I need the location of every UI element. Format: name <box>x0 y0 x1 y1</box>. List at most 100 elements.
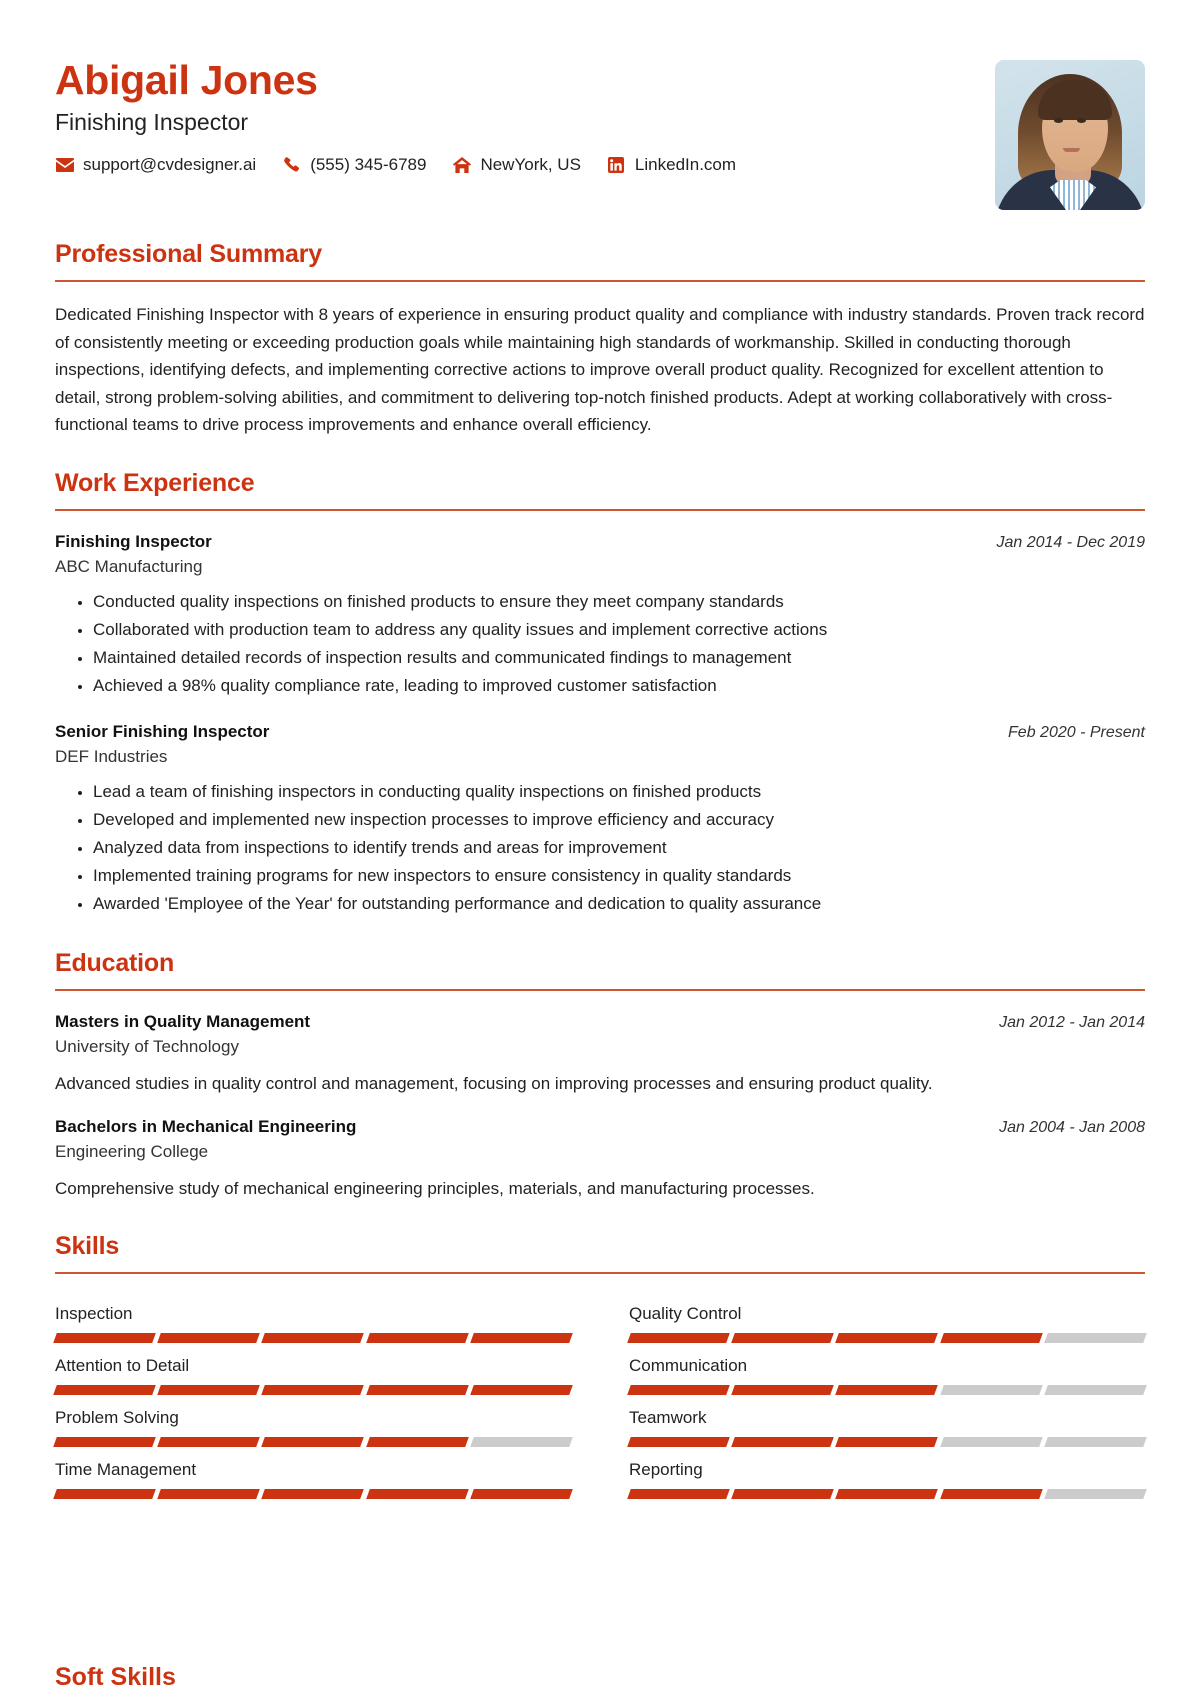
education-entry: Masters in Quality Management Jan 2012 -… <box>55 1012 1145 1097</box>
skill-segment <box>835 1384 939 1395</box>
section-education: Education Masters in Quality Management … <box>55 949 1145 1202</box>
contact-phone[interactable]: (555) 345-6789 <box>282 155 426 175</box>
skill-segment <box>261 1384 365 1395</box>
skill-segment <box>469 1384 573 1395</box>
skill-item: Attention to Detail <box>53 1343 573 1395</box>
skill-segment <box>731 1488 835 1499</box>
section-divider <box>55 280 1145 282</box>
skill-segment <box>627 1436 731 1447</box>
skill-label: Time Management <box>55 1459 197 1479</box>
skill-rating-bar <box>627 1488 1147 1499</box>
skill-item: Quality Control <box>627 1291 1147 1343</box>
skill-label: Inspection <box>55 1303 133 1323</box>
skill-segment <box>261 1332 365 1343</box>
list-item: Implemented training programs for new in… <box>93 862 1145 890</box>
skill-item: Reporting <box>627 1447 1147 1499</box>
skill-segment <box>157 1488 261 1499</box>
skill-segment <box>469 1488 573 1499</box>
skill-segment <box>835 1488 939 1499</box>
skill-rating-bar <box>53 1436 573 1447</box>
skill-segment <box>365 1384 469 1395</box>
list-item: Analyzed data from inspections to identi… <box>93 834 1145 862</box>
skill-segment <box>731 1436 835 1447</box>
resume-page: Abigail Jones Finishing Inspector suppor… <box>0 0 1200 1691</box>
skill-label: Reporting <box>629 1459 703 1479</box>
work-entry-header: Finishing Inspector Jan 2014 - Dec 2019 <box>55 532 1145 552</box>
list-item: Awarded 'Employee of the Year' for outst… <box>93 890 1145 918</box>
skill-rating-bar <box>627 1436 1147 1447</box>
skill-segment <box>835 1436 939 1447</box>
education-entry-header: Bachelors in Mechanical Engineering Jan … <box>55 1117 1145 1137</box>
contact-location[interactable]: NewYork, US <box>452 155 581 175</box>
skill-segment <box>365 1488 469 1499</box>
resume-header: Abigail Jones Finishing Inspector suppor… <box>55 0 1145 210</box>
education-degree: Bachelors in Mechanical Engineering <box>55 1117 357 1137</box>
skill-segment <box>1043 1436 1147 1447</box>
contact-email[interactable]: support@cvdesigner.ai <box>55 155 256 175</box>
skill-segment <box>365 1332 469 1343</box>
section-divider <box>55 1271 1145 1274</box>
contact-linkedin[interactable]: LinkedIn.com <box>607 155 736 175</box>
skill-segment <box>627 1488 731 1499</box>
skill-segment <box>731 1332 835 1343</box>
skill-segment <box>53 1488 157 1499</box>
education-date-range: Jan 2012 - Jan 2014 <box>999 1013 1145 1031</box>
education-description: Comprehensive study of mechanical engine… <box>55 1179 815 1199</box>
envelope-icon <box>55 157 74 174</box>
skill-segment <box>627 1332 731 1343</box>
skill-label: Problem Solving <box>55 1407 179 1427</box>
education-school: Engineering College <box>55 1142 209 1162</box>
education-school: University of Technology <box>55 1036 239 1056</box>
contact-location-text: NewYork, US <box>480 155 581 175</box>
skill-segment <box>939 1488 1043 1499</box>
skill-segment <box>835 1332 939 1343</box>
section-divider <box>55 988 1145 991</box>
phone-icon <box>282 157 301 174</box>
contact-linkedin-text: LinkedIn.com <box>634 155 737 175</box>
skill-segment <box>365 1436 469 1447</box>
section-skills: Skills Inspection Quality Control Attent… <box>53 1232 1147 1499</box>
avatar <box>995 60 1145 210</box>
work-date-range: Jan 2014 - Dec 2019 <box>996 533 1145 551</box>
education-description: Advanced studies in quality control and … <box>55 1073 933 1093</box>
skill-rating-bar <box>53 1384 573 1395</box>
skill-rating-bar <box>53 1332 573 1343</box>
education-entry: Bachelors in Mechanical Engineering Jan … <box>55 1117 1145 1202</box>
skill-segment <box>157 1384 261 1395</box>
work-entry-header: Senior Finishing Inspector Feb 2020 - Pr… <box>55 722 1145 742</box>
work-bullet-list: Lead a team of finishing inspectors in c… <box>55 778 1145 919</box>
section-heading-summary: Professional Summary <box>55 240 322 268</box>
education-entry-header: Masters in Quality Management Jan 2012 -… <box>55 1012 1145 1032</box>
skill-label: Teamwork <box>629 1407 707 1427</box>
section-heading-soft-skills: Soft Skills <box>55 1663 176 1691</box>
skill-label: Quality Control <box>629 1303 742 1323</box>
section-divider <box>55 508 1145 511</box>
skill-segment <box>53 1332 157 1343</box>
skill-segment <box>261 1488 365 1499</box>
skill-item: Problem Solving <box>53 1395 573 1447</box>
skill-rating-bar <box>627 1384 1147 1395</box>
education-degree: Masters in Quality Management <box>55 1011 311 1031</box>
list-item: Developed and implemented new inspection… <box>93 806 1145 834</box>
skill-segment <box>939 1332 1043 1343</box>
skill-rating-bar <box>53 1488 573 1499</box>
skill-segment <box>1043 1332 1147 1343</box>
skill-segment <box>939 1436 1043 1447</box>
skill-segment <box>1043 1384 1147 1395</box>
page-title: Abigail Jones <box>55 57 318 103</box>
skill-segment <box>469 1332 573 1343</box>
skill-item: Communication <box>627 1343 1147 1395</box>
skill-rating-bar <box>627 1332 1147 1343</box>
skill-label: Attention to Detail <box>55 1355 190 1375</box>
work-bullet-list: Conducted quality inspections on finishe… <box>55 588 1145 701</box>
work-job-title: Finishing Inspector <box>55 531 212 551</box>
linkedin-icon <box>607 157 626 174</box>
work-entry: Finishing Inspector Jan 2014 - Dec 2019 … <box>55 532 1145 701</box>
skill-segment <box>939 1384 1043 1395</box>
skill-segment <box>731 1384 835 1395</box>
skill-segment <box>469 1436 573 1447</box>
skill-segment <box>627 1384 731 1395</box>
summary-paragraph: Dedicated Finishing Inspector with 8 yea… <box>55 305 1145 435</box>
skill-segment <box>1043 1488 1147 1499</box>
skill-item: Inspection <box>53 1291 573 1343</box>
